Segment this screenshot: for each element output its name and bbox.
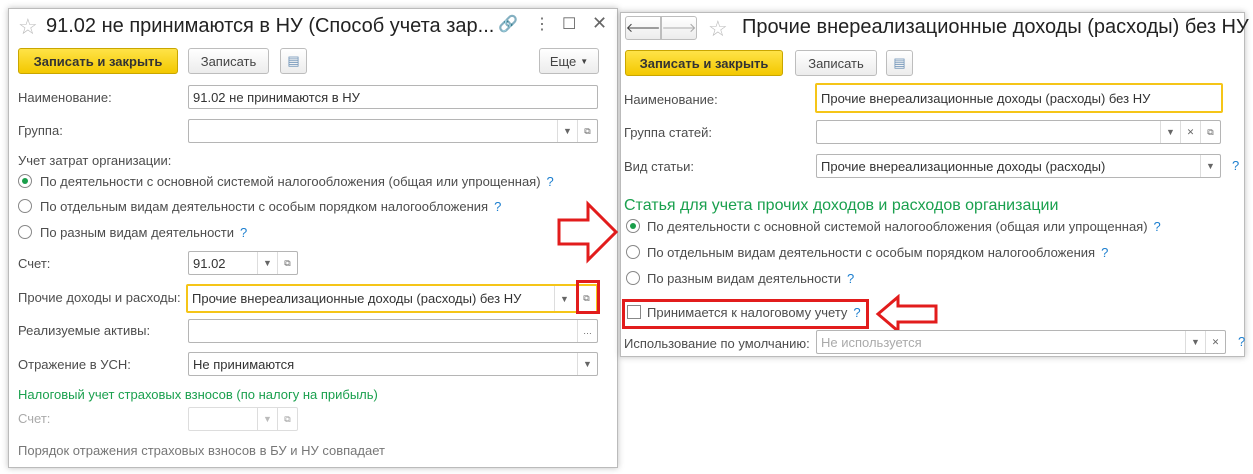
radio-special-tax[interactable] (626, 245, 640, 259)
other-label: Прочие доходы и расходы: (18, 290, 181, 305)
cost-label: Учет затрат организации: (18, 153, 172, 168)
annotation-arrow-right (557, 200, 619, 264)
help-icon[interactable]: ? (547, 174, 554, 189)
radio-various[interactable] (626, 271, 640, 285)
help-icon[interactable]: ? (1101, 245, 1108, 260)
group-label: Группа статей: (624, 125, 712, 140)
annotation-arrow-left (875, 294, 938, 334)
name-label: Наименование: (18, 90, 112, 105)
radio-main-tax-label: По деятельности с основной системой нало… (647, 219, 1161, 234)
window-title: Прочие внереализационные доходы (расходы… (742, 16, 1253, 38)
more-dots-icon[interactable]: ⋮ (534, 14, 550, 34)
link-icon[interactable]: 🔗 (498, 14, 518, 34)
dropdown-icon[interactable]: ▼ (1200, 155, 1220, 177)
radio-special-tax[interactable] (18, 199, 32, 213)
dropdown-icon[interactable]: ▼ (554, 286, 574, 311)
more-button[interactable]: Еще ▼ (539, 48, 599, 74)
assets-input[interactable]: … (188, 319, 598, 343)
insurance-heading: Налоговый учет страховых взносов (по нал… (18, 387, 378, 402)
assets-label: Реализуемые активы: (18, 323, 151, 338)
radio-main-tax[interactable] (626, 219, 640, 233)
help-icon[interactable]: ? (240, 225, 247, 240)
list-button[interactable]: ▤ (886, 50, 913, 76)
account-label: Счет: (18, 256, 51, 271)
usn-label: Отражение в УСН: (18, 357, 131, 372)
radio-main-tax-label: По деятельности с основной системой нало… (40, 174, 554, 189)
name-input[interactable]: Прочие внереализационные доходы (расходы… (815, 83, 1223, 113)
maximize-icon[interactable]: ☐ (562, 14, 576, 34)
list-icon: ▤ (287, 53, 300, 68)
dropdown-icon[interactable]: ▼ (557, 120, 577, 142)
help-icon[interactable]: ? (494, 199, 501, 214)
chevron-down-icon: ▼ (580, 56, 589, 66)
default-select[interactable]: Не используется ▼ ✕ (816, 330, 1226, 354)
default-label: Использование по умолчанию: (624, 336, 810, 351)
name-label: Наименование: (624, 92, 718, 107)
section-heading: Статья для учета прочих доходов и расход… (624, 197, 1059, 214)
radio-special-tax-label: По отдельным видам деятельности с особым… (647, 245, 1109, 260)
list-icon: ▤ (893, 55, 906, 70)
help-icon[interactable]: ? (1154, 219, 1161, 234)
ins-account-label: Счет: (18, 411, 51, 426)
dropdown-icon[interactable]: ▼ (257, 252, 277, 274)
clear-icon[interactable]: ✕ (1180, 121, 1200, 143)
account-input[interactable]: 91.02 ▼ ⧉ (188, 251, 298, 275)
forward-button[interactable]: 🡒 (661, 16, 697, 40)
help-icon[interactable]: ? (1232, 158, 1239, 173)
dropdown-icon[interactable]: ▼ (577, 353, 597, 375)
save-button[interactable]: Записать (188, 48, 269, 74)
insurance-note: Порядок отражения страховых взносов в БУ… (18, 443, 385, 458)
dropdown-icon[interactable]: ▼ (1185, 331, 1205, 353)
open-icon[interactable]: ⧉ (577, 120, 597, 142)
save-button[interactable]: Записать (795, 50, 877, 76)
clear-icon[interactable]: ✕ (1205, 331, 1225, 353)
name-input[interactable]: 91.02 не принимаются в НУ (188, 85, 598, 109)
usn-select[interactable]: Не принимаются ▼ (188, 352, 598, 376)
open-icon: ⧉ (277, 408, 297, 430)
window-title: 91.02 не принимаются в НУ (Способ учета … (46, 15, 495, 37)
close-icon[interactable]: ✕ (592, 13, 607, 34)
kind-label: Вид статьи: (624, 159, 694, 174)
radio-various-label: По разным видам деятельности? (40, 225, 248, 240)
annotation-highlight-checkbox (622, 299, 869, 329)
favorite-star-icon[interactable]: ☆ (708, 16, 728, 42)
list-button[interactable]: ▤ (280, 48, 307, 74)
open-icon[interactable]: ⧉ (277, 252, 297, 274)
help-icon[interactable]: ? (847, 271, 854, 286)
dropdown-icon[interactable]: ▼ (1160, 121, 1180, 143)
kind-select[interactable]: Прочие внереализационные доходы (расходы… (816, 154, 1221, 178)
other-input[interactable]: Прочие внереализационные доходы (расходы… (186, 284, 598, 313)
open-icon[interactable]: ⧉ (1200, 121, 1220, 143)
save-close-button[interactable]: Записать и закрыть (18, 48, 178, 74)
radio-special-tax-label: По отдельным видам деятельности с особым… (40, 199, 502, 214)
radio-various-label: По разным видам деятельности? (647, 271, 855, 286)
select-icon[interactable]: … (577, 320, 597, 342)
ins-account-input: ▼ ⧉ (188, 407, 298, 431)
group-input[interactable]: ▼ ✕ ⧉ (816, 120, 1221, 144)
radio-various[interactable] (18, 225, 32, 239)
dropdown-icon: ▼ (257, 408, 277, 430)
arrow-right-icon: 🡒 (661, 20, 697, 35)
arrow-left-icon: 🡐 (625, 20, 661, 35)
help-icon[interactable]: ? (1238, 334, 1245, 349)
group-label: Группа: (18, 123, 63, 138)
favorite-star-icon[interactable]: ☆ (18, 14, 38, 40)
save-close-button[interactable]: Записать и закрыть (625, 50, 783, 76)
back-button[interactable]: 🡐 (625, 16, 661, 40)
radio-main-tax[interactable] (18, 174, 32, 188)
group-input[interactable]: ▼ ⧉ (188, 119, 598, 143)
annotation-highlight-open (576, 280, 600, 314)
